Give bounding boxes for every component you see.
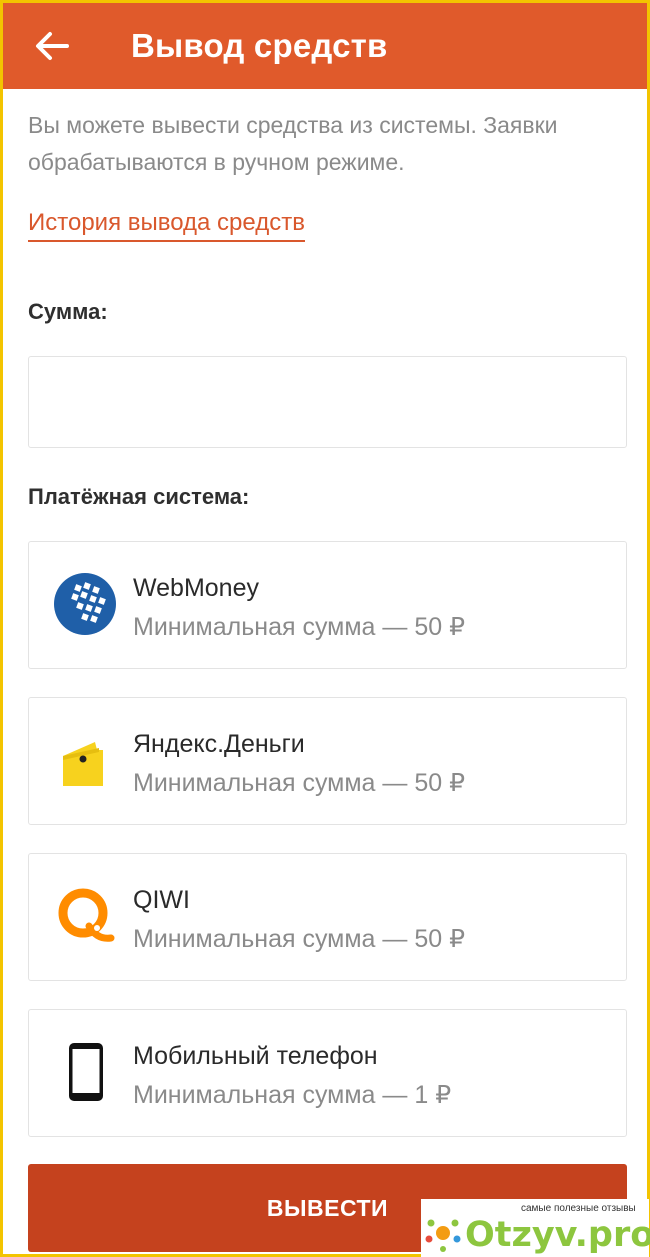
payment-option-webmoney[interactable]: WebMoney Минимальная сумма — 50 ₽	[28, 541, 627, 669]
amount-input[interactable]	[28, 356, 627, 448]
payment-system-label: Платёжная система:	[28, 484, 250, 509]
yandex-money-icon	[53, 728, 117, 792]
watermark: самые полезные отзывы Otzyv.pro	[421, 1199, 650, 1257]
payment-min-amount: Минимальная сумма — 50 ₽	[133, 613, 466, 641]
payment-min-amount: Минимальная сумма — 50 ₽	[133, 769, 466, 797]
payment-option-yandex-money[interactable]: Яндекс.Деньги Минимальная сумма — 50 ₽	[28, 697, 627, 825]
payment-name: WebMoney	[133, 574, 259, 602]
payment-name: QIWI	[133, 886, 190, 914]
payment-option-mobile-phone[interactable]: Мобильный телефон Минимальная сумма — 1 …	[28, 1009, 627, 1137]
webmoney-icon	[53, 572, 117, 636]
back-button[interactable]	[25, 19, 79, 73]
payment-min-amount: Минимальная сумма — 50 ₽	[133, 925, 466, 953]
app-bar: Вывод средств	[3, 3, 647, 89]
watermark-logo-text: Otzyv.pro	[465, 1215, 650, 1255]
watermark-tagline: самые полезные отзывы	[521, 1203, 636, 1214]
arrow-left-icon	[36, 32, 69, 60]
withdrawal-history-link[interactable]: История вывода средств	[28, 209, 305, 242]
payment-min-amount: Минимальная сумма — 1 ₽	[133, 1081, 452, 1109]
amount-label: Сумма:	[28, 299, 108, 324]
qiwi-icon	[53, 884, 117, 948]
page-title: Вывод средств	[131, 27, 388, 64]
payment-name: Мобильный телефон	[133, 1042, 378, 1070]
intro-text: Вы можете вывести средства из системы. З…	[28, 112, 558, 175]
payment-option-qiwi[interactable]: QIWI Минимальная сумма — 50 ₽	[28, 853, 627, 981]
mobile-phone-icon	[53, 1040, 117, 1104]
watermark-logo-icon	[425, 1219, 461, 1252]
payment-name: Яндекс.Деньги	[133, 730, 305, 758]
